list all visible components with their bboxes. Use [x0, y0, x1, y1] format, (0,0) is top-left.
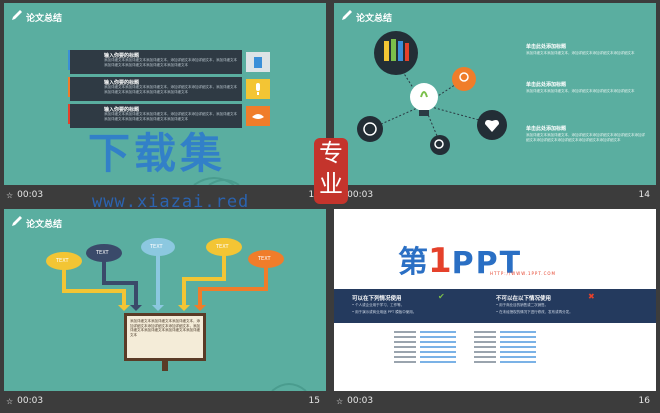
block-text: 添加详细文本添加详细文本，添加详细文本添加详细文本添加详细文本: [526, 89, 635, 93]
slide-thumbnail-15[interactable]: 论文总结 TEXT TEXT TEXT TEXT TEXT 添加详细文本添加详细…: [0, 206, 330, 412]
transition-icon[interactable]: ☆: [336, 397, 343, 406]
block-heading: 单击此处添加标题: [526, 126, 567, 132]
allowed-heading: 可以在下列情况使用: [352, 296, 402, 302]
slide-timing: 00:03: [17, 190, 44, 200]
slide-thumbnail-16[interactable]: 第 1 PPT HTTP://WWW.1PPT.COM 可以在下列情况使用 ✔ …: [330, 206, 660, 412]
slide-number: 15: [308, 396, 320, 406]
cloud-label: TEXT: [216, 244, 229, 250]
cloud-label: TEXT: [150, 244, 163, 250]
check-icon: ✔: [438, 292, 445, 301]
watermark-seal: 专业: [314, 138, 348, 204]
slide-sorter-grid: 论文总结 输入你要的标题 添加详细文本添加详细文本添加详细文本，添加详细文本添加…: [0, 0, 660, 413]
slide-timing: 00:03: [347, 396, 374, 406]
slide-number: 14: [638, 190, 650, 200]
slide-16-canvas: 第 1 PPT HTTP://WWW.1PPT.COM 可以在下列情况使用 ✔ …: [334, 209, 656, 391]
slide-number: 16: [638, 396, 650, 406]
cloud-arrow-diagram: [46, 238, 307, 391]
block-text: 添加详细文本添加详细文本，添加详细文本添加详细文本添加详细文本: [526, 51, 635, 55]
resource-link-list: [394, 331, 536, 363]
forbidden-heading: 不可以在以下情况使用: [496, 296, 552, 302]
forbidden-item: • 在未经授权的情况下进行修改、发布或再分发。: [496, 310, 573, 314]
allowed-item: • 个人或企业用于学习、工作等。: [352, 303, 405, 307]
forbidden-item: • 用于商业目的销售或二次销售。: [496, 303, 549, 307]
usage-banner: 可以在下列情况使用 ✔ • 个人或企业用于学习、工作等。 • 用于演示或商业用途…: [334, 289, 656, 323]
slide-info-bar: ☆ 00:03 16: [330, 393, 660, 410]
slide-timing: 00:03: [17, 396, 44, 406]
board-text: 添加详细文本添加详细文本添加详细文本，添加详细文本添加详细文本添加详细文本，添加…: [130, 319, 200, 337]
location-pin-icon: [452, 67, 476, 91]
cross-icon: ✖: [588, 292, 595, 301]
cloud-label: TEXT: [258, 256, 271, 262]
logo-url: HTTP://WWW.1PPT.COM: [490, 271, 556, 276]
transition-icon[interactable]: ☆: [6, 191, 13, 200]
target-icon: [357, 116, 383, 142]
block-text: 添加详细文本添加详细文本，添加详细文本添加详细文本添加详细文本添加详细文本添加详…: [526, 133, 645, 142]
cloud-label: TEXT: [96, 250, 109, 256]
transition-icon[interactable]: ☆: [6, 397, 13, 406]
cloud-label: TEXT: [56, 258, 69, 264]
watermark-text: 下载集: [88, 129, 227, 178]
allowed-item: • 用于演示或商业用途 PPT 模板中使用。: [352, 310, 417, 314]
slide-info-bar: ☆00:03 14: [330, 187, 660, 204]
block-heading: 单击此处添加标题: [526, 44, 567, 50]
slide-15-canvas: 论文总结 TEXT TEXT TEXT TEXT TEXT 添加详细文本添加详细…: [4, 209, 326, 391]
watermark-url: www.xiazai.red: [92, 192, 250, 212]
magnifier-icon: [430, 135, 450, 155]
slide-info-bar: ☆ 00:03 15: [0, 393, 330, 410]
slide-timing: 00:03: [347, 190, 374, 200]
block-heading: 单击此处添加标题: [526, 82, 567, 88]
idea-network-diagram: [357, 31, 507, 155]
slide-thumbnail-14[interactable]: 论文总结 单击此处添加标题 添加详细文本添加详细文本，添加详细文本添加详细文本添…: [330, 0, 660, 206]
slide-14-canvas: 论文总结 单击此处添加标题 添加详细文本添加详细文本，添加详细文本添加详细文本添…: [334, 3, 656, 185]
lightbulb-icon: [410, 83, 438, 111]
